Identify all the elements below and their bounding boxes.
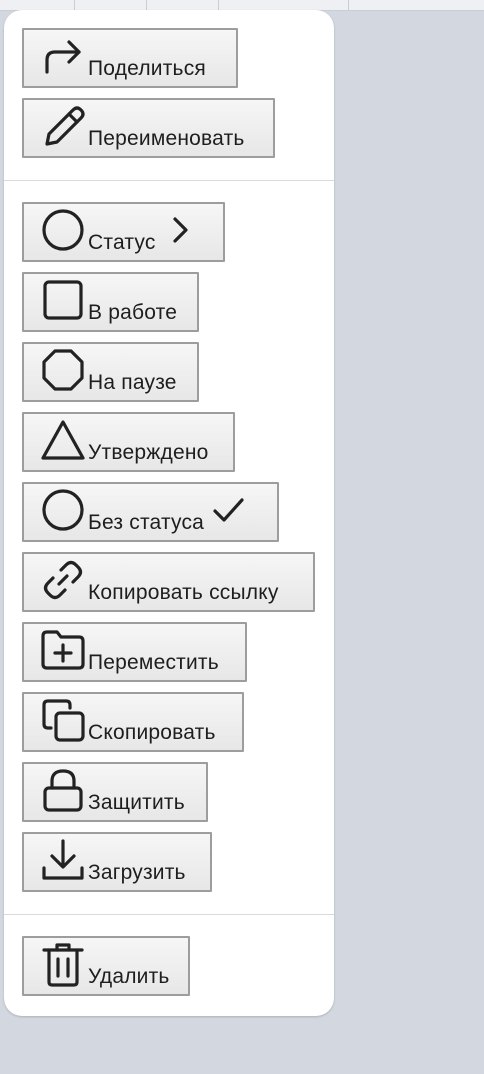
approved-label: Утверждено [88,441,209,464]
copy-link-label: Копировать ссылку [88,581,279,604]
status-none-button[interactable]: Без статуса [22,482,279,542]
lock-icon [38,763,88,817]
paused-label: На паузе [88,371,177,394]
circle-icon [38,483,88,537]
status-approved-button[interactable]: Утверждено [22,412,235,472]
move-label: Переместить [88,651,219,674]
grid-line [218,0,219,10]
copy-link-button[interactable]: Копировать ссылку [22,552,315,612]
delete-label: Удалить [88,965,170,988]
delete-button[interactable]: Удалить [22,936,190,996]
duplicate-button[interactable]: Скопировать [22,692,244,752]
chevron-right-icon [160,210,200,250]
grid-line [348,0,349,10]
in-progress-label: В работе [88,301,178,324]
rename-label: Переименовать [88,127,245,150]
octagon-icon [38,343,88,397]
status-paused-button[interactable]: На паузе [22,342,199,402]
protect-button[interactable]: Защитить [22,762,208,822]
grid-line [146,0,147,10]
menu-separator [4,914,334,915]
copy-icon [38,693,88,747]
pencil-icon [38,99,88,153]
download-button[interactable]: Загрузить [22,832,212,892]
context-menu: Поделиться Переименовать Статус В работе… [4,10,334,1016]
link-icon [38,553,88,607]
share-button[interactable]: Поделиться [22,28,238,88]
status-label: Статус [88,231,156,254]
trash-icon [38,937,88,991]
menu-separator [4,180,334,181]
download-label: Загрузить [88,861,186,884]
duplicate-label: Скопировать [88,721,216,744]
checkmark-icon [208,490,248,530]
status-in-progress-button[interactable]: В работе [22,272,199,332]
square-icon [38,273,88,327]
rename-button[interactable]: Переименовать [22,98,275,158]
grid-line [74,0,75,10]
share-label: Поделиться [88,57,206,80]
share-icon [38,29,88,83]
download-icon [38,833,88,887]
protect-label: Защитить [88,791,185,814]
no-status-label: Без статуса [88,511,205,534]
circle-icon [38,203,88,257]
status-submenu-button[interactable]: Статус [22,202,225,262]
move-button[interactable]: Переместить [22,622,247,682]
triangle-icon [38,413,88,467]
folder-plus-icon [38,623,88,677]
